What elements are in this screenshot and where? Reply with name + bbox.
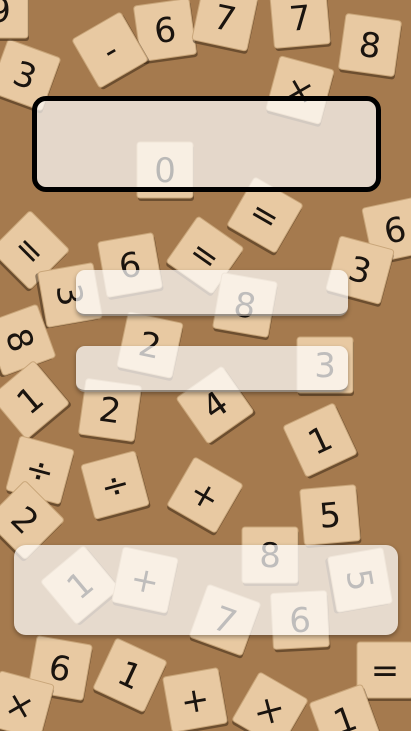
wood-tile-icon: + (162, 667, 229, 731)
wood-tile-icon: 5 (299, 484, 362, 548)
wood-tile-icon: 8 (338, 13, 402, 80)
number-input-1[interactable] (76, 270, 348, 316)
calculator-display (32, 96, 381, 192)
result-panel (14, 545, 398, 635)
svg-text:7: 7 (288, 0, 313, 40)
svg-text:5: 5 (318, 495, 343, 537)
wood-tile-icon: 7 (269, 0, 332, 51)
svg-text:9: 9 (0, 0, 11, 31)
number-input-2[interactable] (76, 346, 348, 392)
wood-tile-icon: 9 (0, 0, 29, 41)
svg-text:=: = (371, 651, 400, 691)
